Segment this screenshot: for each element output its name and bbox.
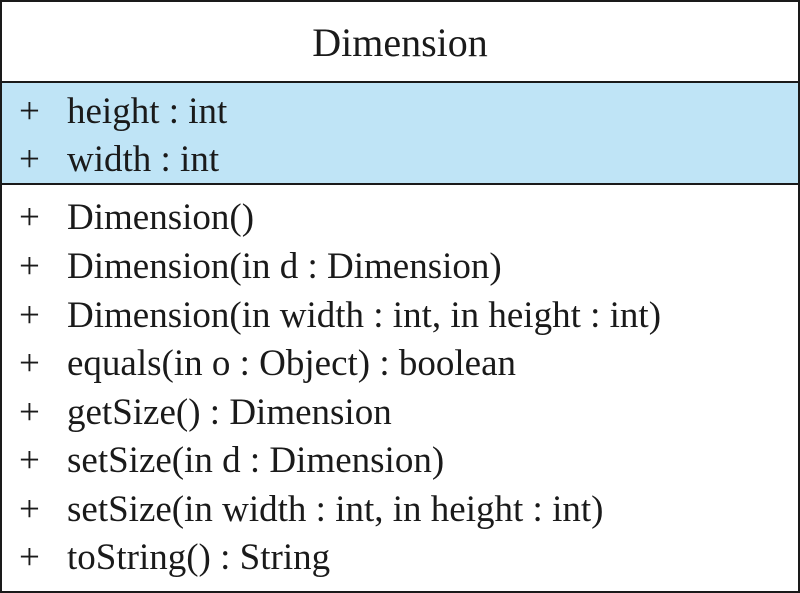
operation-text: toString() : String — [67, 536, 331, 578]
visibility-marker: + — [19, 488, 40, 530]
operation-text: setSize(in d : Dimension) — [67, 439, 445, 481]
visibility-marker: + — [19, 245, 40, 287]
operation-text: Dimension(in width : int, in height : in… — [67, 294, 662, 336]
operation-text: Dimension() — [67, 196, 255, 238]
operation-equals: + equals(in o : Object) : boolean — [19, 338, 516, 388]
visibility-marker: + — [19, 138, 40, 180]
operation-tostring: + toString() : String — [19, 532, 330, 582]
visibility-marker: + — [19, 342, 40, 384]
visibility-marker: + — [19, 536, 40, 578]
visibility-marker: + — [19, 439, 40, 481]
operation-setsize-width-height: + setSize(in width : int, in height : in… — [19, 484, 603, 534]
visibility-marker: + — [19, 391, 40, 433]
visibility-marker: + — [19, 90, 40, 132]
operation-text: getSize() : Dimension — [67, 391, 392, 433]
operation-text: equals(in o : Object) : boolean — [67, 342, 517, 384]
operation-getsize: + getSize() : Dimension — [19, 387, 392, 437]
attribute-width: + width : int — [19, 134, 219, 184]
operation-text: setSize(in width : int, in height : int) — [67, 488, 604, 530]
attribute-text: height : int — [67, 90, 228, 132]
visibility-marker: + — [19, 196, 40, 238]
attribute-height: + height : int — [19, 86, 227, 136]
class-name: Dimension — [312, 19, 488, 65]
operation-setsize-dimension: + setSize(in d : Dimension) — [19, 435, 444, 485]
operation-constructor-copy: + Dimension(in d : Dimension) — [19, 241, 502, 291]
visibility-marker: + — [19, 294, 40, 336]
operation-constructor-size: + Dimension(in width : int, in height : … — [19, 290, 661, 340]
attributes-compartment: + height : int + width : int — [2, 83, 798, 183]
operations-compartment: + Dimension() + Dimension(in d : Dimensi… — [2, 185, 798, 591]
attribute-text: width : int — [67, 138, 220, 180]
operation-constructor-default: + Dimension() — [19, 192, 254, 242]
operation-text: Dimension(in d : Dimension) — [67, 245, 502, 287]
uml-class-box: Dimension + height : int + width : int +… — [0, 0, 800, 593]
